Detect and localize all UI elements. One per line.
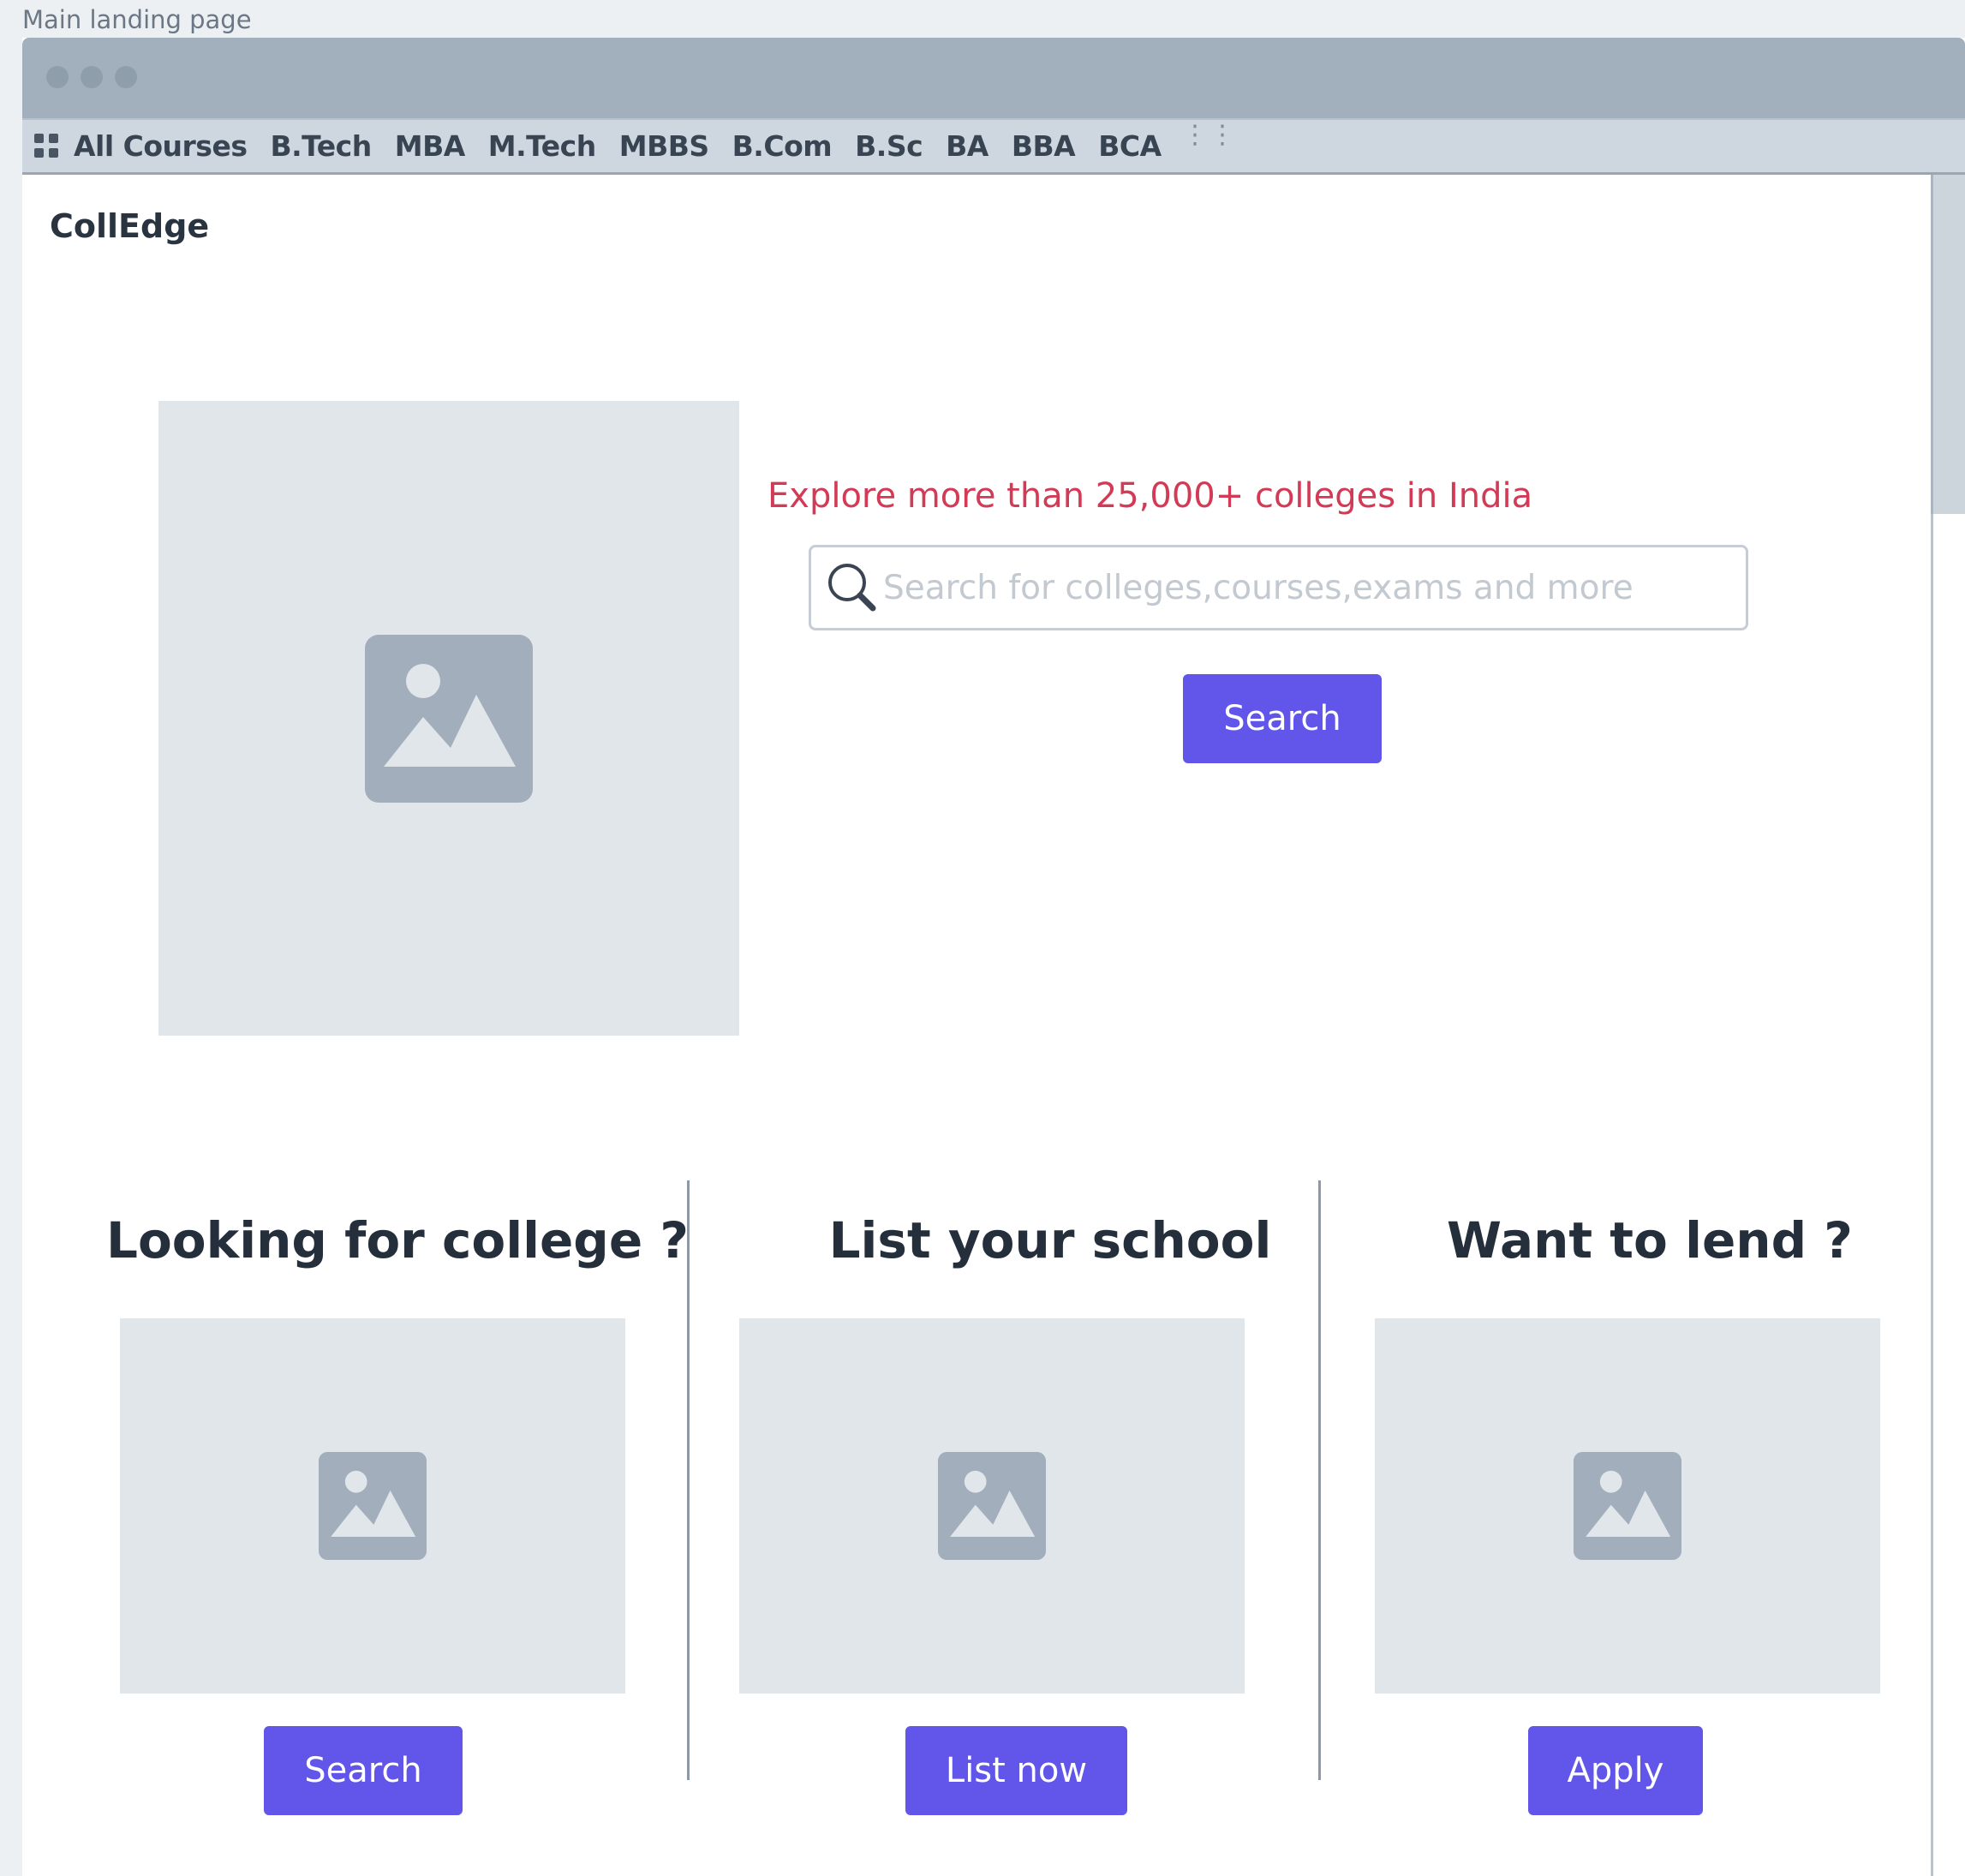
search-input[interactable] xyxy=(883,568,1705,607)
school-image xyxy=(739,1318,1245,1694)
want-to-lend-title: Want to lend ? xyxy=(1447,1211,1853,1270)
nav-item-btech[interactable]: B.Tech xyxy=(270,129,372,163)
nav-item-mba[interactable]: MBA xyxy=(395,129,466,163)
course-nav-bar: All Courses B.Tech MBA M.Tech MBBS B.Com… xyxy=(22,118,1965,175)
grid-icon[interactable] xyxy=(34,133,60,159)
more-icon[interactable]: ⋮⋮ xyxy=(1182,122,1237,148)
nav-item-mbbs[interactable]: MBBS xyxy=(619,129,709,163)
window-controls xyxy=(46,66,137,88)
list-now-button[interactable]: List now xyxy=(905,1726,1127,1815)
nav-item-ba[interactable]: BA xyxy=(946,129,988,163)
college-search-button[interactable]: Search xyxy=(264,1726,463,1815)
browser-window: All Courses B.Tech MBA M.Tech MBBS B.Com… xyxy=(22,38,1965,1876)
hero-tagline: Explore more than 25,000+ colleges in In… xyxy=(767,476,1533,516)
apply-button[interactable]: Apply xyxy=(1528,1726,1703,1815)
nav-item-all-courses[interactable]: All Courses xyxy=(74,129,248,163)
image-placeholder-icon xyxy=(365,634,533,803)
column-divider xyxy=(1318,1180,1321,1780)
scrollbar-thumb[interactable] xyxy=(1931,175,1965,514)
column-divider xyxy=(687,1180,690,1780)
nav-item-bca[interactable]: BCA xyxy=(1098,129,1162,163)
image-placeholder-icon xyxy=(938,1452,1046,1560)
title-bar xyxy=(22,38,1965,118)
maximize-dot[interactable] xyxy=(115,66,137,88)
nav-item-bba[interactable]: BBA xyxy=(1012,129,1076,163)
image-placeholder-icon xyxy=(1574,1452,1681,1560)
brand-logo[interactable]: CollEdge xyxy=(50,207,209,245)
image-placeholder-icon xyxy=(319,1452,427,1560)
hero-image xyxy=(158,401,739,1036)
nav-item-mtech[interactable]: M.Tech xyxy=(488,129,596,163)
search-icon xyxy=(828,564,876,612)
looking-for-college-title: Looking for college ? xyxy=(106,1211,689,1270)
college-image xyxy=(120,1318,625,1694)
minimize-dot[interactable] xyxy=(81,66,103,88)
nav-item-bsc[interactable]: B.Sc xyxy=(855,129,923,163)
search-field[interactable] xyxy=(809,545,1748,630)
frame-label: Main landing page xyxy=(22,5,252,34)
close-dot[interactable] xyxy=(46,66,69,88)
list-your-school-title: List your school xyxy=(828,1211,1272,1270)
hero-search-button[interactable]: Search xyxy=(1183,674,1382,763)
lend-image xyxy=(1375,1318,1880,1694)
nav-item-bcom[interactable]: B.Com xyxy=(732,129,833,163)
